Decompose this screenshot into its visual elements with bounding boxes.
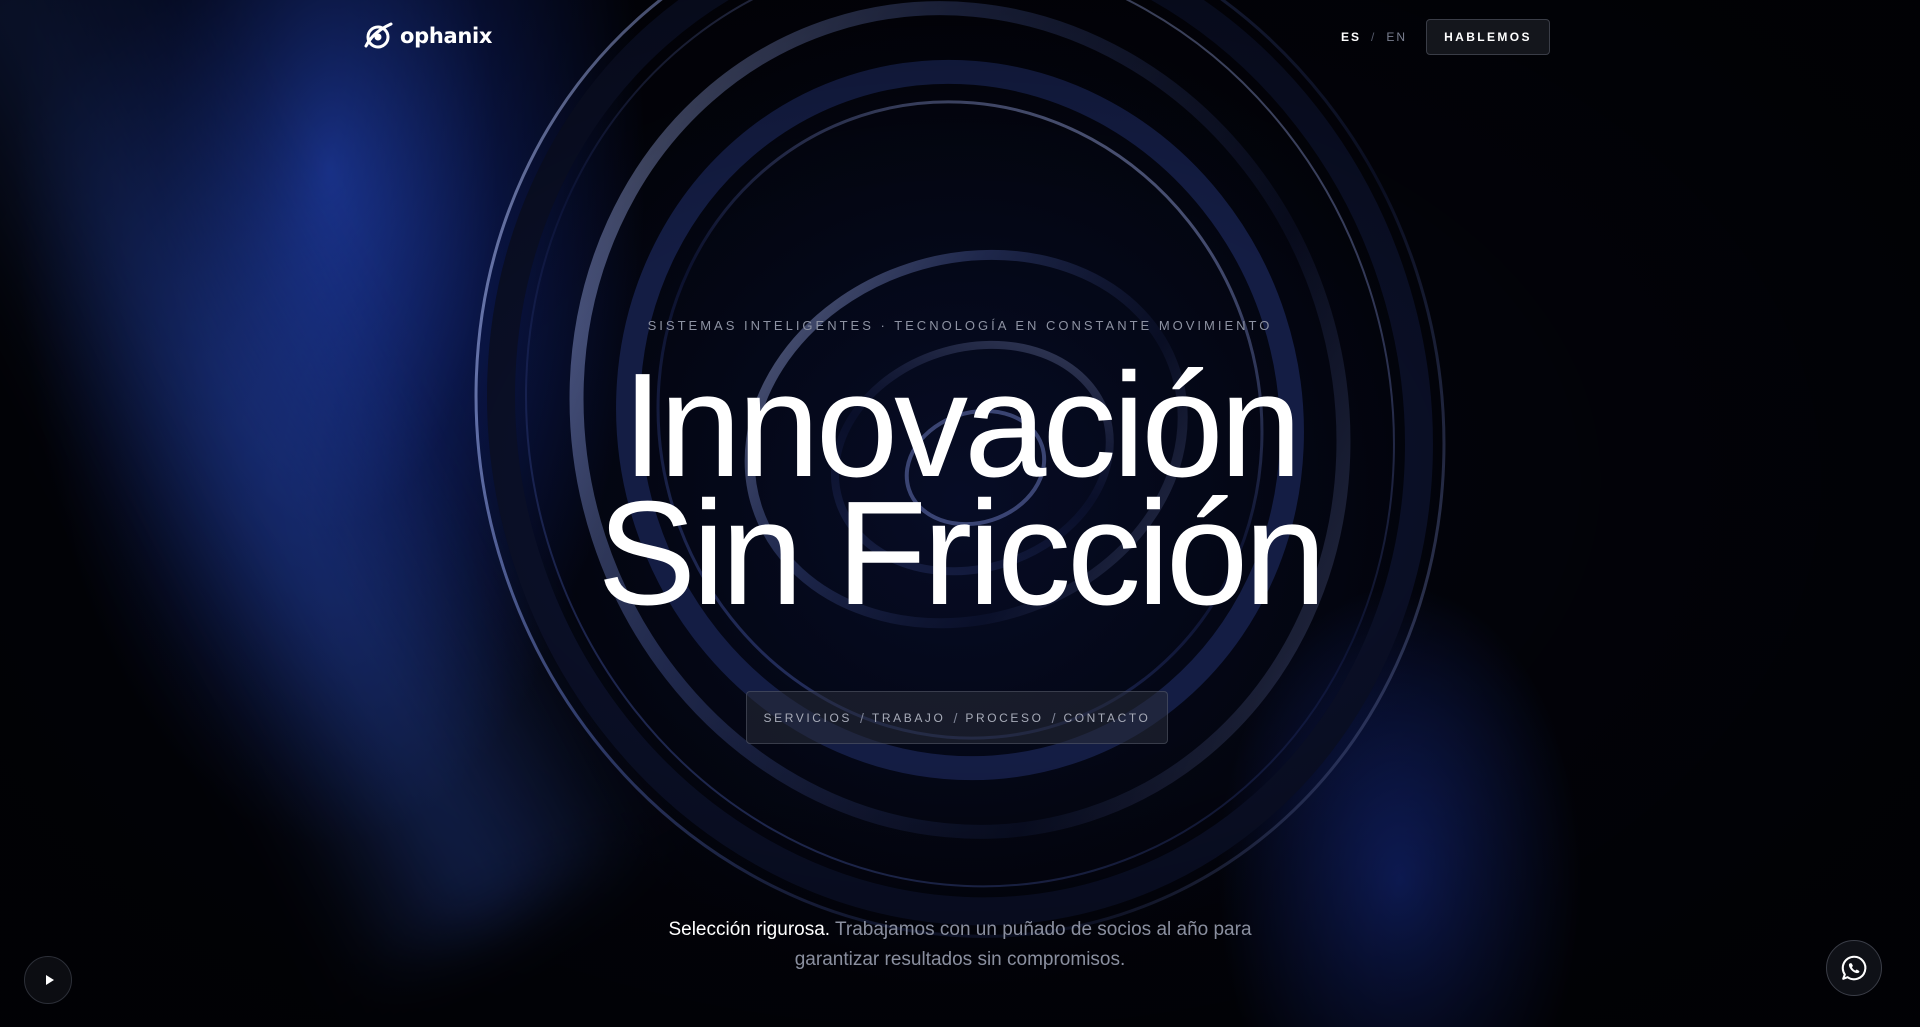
headline-line-2: Sin Fricción [597, 471, 1326, 636]
play-video-button[interactable] [24, 956, 72, 1004]
tagline-strong: Selección rigurosa. [668, 919, 831, 940]
whatsapp-button[interactable] [1826, 940, 1882, 996]
nav-item-trabajo[interactable]: TRABAJO [870, 711, 948, 725]
language-switcher: ES / EN [1341, 30, 1407, 44]
nav-item-proceso[interactable]: PROCESO [963, 711, 1045, 725]
whatsapp-icon [1841, 955, 1867, 981]
hero-page: ophanix ES / EN HABLEMOS SISTEMAS INTELI… [0, 0, 1920, 1027]
brand-name: ophanix [400, 24, 493, 48]
lang-option-en[interactable]: EN [1386, 30, 1407, 44]
nav-separator: / [1051, 709, 1056, 726]
tagline-muted-line-2: garantizar resultados sin compromisos. [794, 949, 1126, 970]
nav-separator: / [860, 709, 864, 726]
lang-separator: / [1371, 30, 1377, 44]
hablemos-button[interactable]: HABLEMOS [1426, 19, 1550, 55]
lang-option-es[interactable]: ES [1341, 30, 1361, 44]
hero-headline: Innovación Sin Fricción [0, 352, 1920, 636]
nav-separator: / [953, 709, 958, 726]
play-icon [45, 975, 54, 985]
tagline-muted-line-1: Trabajamos con un puñado de socios al añ… [835, 919, 1252, 940]
ophanix-logo-icon [364, 22, 393, 49]
nav-item-contacto[interactable]: CONTACTO [1061, 711, 1152, 725]
section-nav: SERVICIOS / TRABAJO / PROCESO / CONTACTO [746, 691, 1168, 744]
nav-item-servicios[interactable]: SERVICIOS [761, 711, 854, 725]
hero-tagline: Selección rigurosa. Trabajamos con un pu… [0, 915, 1920, 975]
brand-logo[interactable]: ophanix [362, 20, 492, 52]
hero-eyebrow: SISTEMAS INTELIGENTES · TECNOLOGÍA EN CO… [647, 318, 1273, 333]
